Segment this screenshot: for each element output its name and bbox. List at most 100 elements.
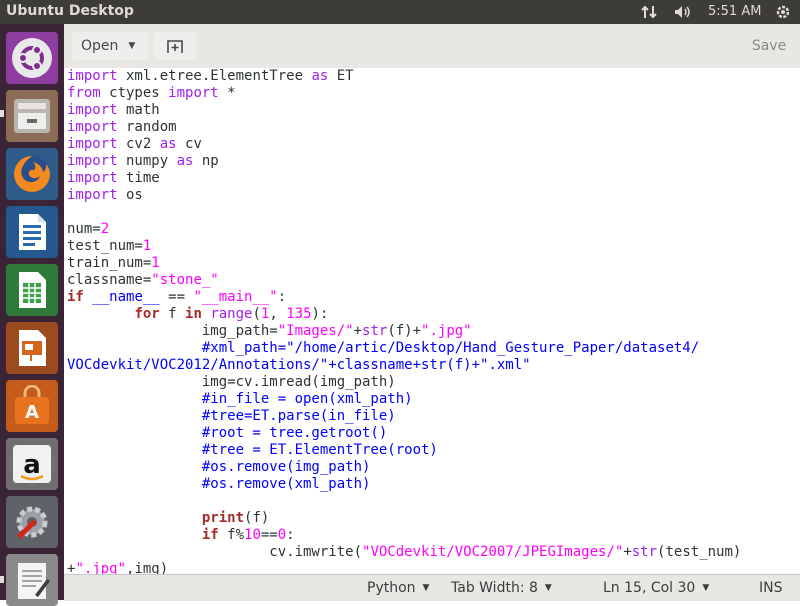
code-token: (f)+: [387, 323, 422, 339]
code-token: str: [631, 544, 658, 560]
code-line[interactable]: train_num=1: [67, 255, 797, 272]
open-label: Open: [81, 38, 119, 54]
code-token: math: [117, 102, 160, 118]
code-line[interactable]: from ctypes import *: [67, 85, 797, 102]
code-line[interactable]: import cv2 as cv: [67, 136, 797, 153]
code-token: as: [176, 153, 194, 169]
code-line[interactable]: #in_file = open(xml_path): [67, 391, 797, 408]
code-line[interactable]: #root = tree.getroot(): [67, 425, 797, 442]
code-line[interactable]: #tree=ET.parse(in_file): [67, 408, 797, 425]
code-line[interactable]: img_path="Images/"+str(f)+".jpg": [67, 323, 797, 340]
code-token: #tree=ET.parse(in_file): [201, 408, 396, 424]
launcher: A a: [0, 24, 64, 606]
code-token: "stone_": [151, 272, 219, 288]
code-line[interactable]: #os.remove(xml_path): [67, 476, 797, 493]
code-token: (test_num): [657, 544, 742, 560]
code-line[interactable]: #tree = ET.ElementTree(root): [67, 442, 797, 459]
ubuntu-dash-icon[interactable]: [6, 32, 58, 84]
svg-text:A: A: [25, 402, 39, 423]
ubuntu-software-icon[interactable]: A: [6, 380, 58, 432]
chevron-down-icon: ▼: [128, 41, 136, 51]
new-tab-button[interactable]: [154, 32, 196, 60]
language-label: Python: [367, 580, 416, 596]
code-token: numpy: [117, 153, 177, 169]
text-editor-view[interactable]: import xml.etree.ElementTree as ET from c…: [64, 68, 800, 574]
code-token: import: [67, 170, 118, 186]
code-line[interactable]: [67, 493, 797, 510]
code-token: f: [159, 306, 186, 322]
system-settings-icon[interactable]: [6, 496, 58, 548]
tab-width-selector[interactable]: Tab Width: 8 ▼: [451, 580, 552, 596]
code-token: +: [353, 323, 363, 339]
code-token: :: [286, 527, 295, 543]
code-token: classname=: [67, 272, 152, 288]
code-line[interactable]: [67, 204, 797, 221]
code-line[interactable]: img=cv.imread(img_path): [67, 374, 797, 391]
code-token: import: [67, 136, 118, 152]
code-token: from: [67, 85, 101, 101]
code-line[interactable]: import time: [67, 170, 797, 187]
open-button[interactable]: Open ▼: [72, 32, 148, 60]
code-token: ctypes: [100, 85, 169, 101]
cursor-position: Ln 15, Col 30 ▼: [603, 580, 709, 596]
code-token: #os.remove(xml_path): [201, 476, 371, 492]
network-arrows-icon[interactable]: [638, 0, 662, 24]
code-token: 135: [286, 306, 312, 322]
code-token: import: [67, 68, 118, 84]
code-line[interactable]: import xml.etree.ElementTree as ET: [67, 68, 797, 85]
code-line[interactable]: #os.remove(img_path): [67, 459, 797, 476]
code-token: if: [201, 527, 219, 543]
code-area[interactable]: import xml.etree.ElementTree as ET from c…: [67, 68, 797, 574]
code-token: random: [117, 119, 177, 135]
clock[interactable]: 5:51 AM: [708, 4, 761, 19]
files-icon[interactable]: [6, 90, 58, 142]
running-indicator: [0, 110, 4, 117]
code-token: for: [134, 306, 160, 322]
code-token: __name__: [92, 289, 160, 305]
code-token: ):: [311, 306, 329, 322]
firefox-icon[interactable]: [6, 148, 58, 200]
amazon-icon[interactable]: a: [6, 438, 58, 490]
code-line[interactable]: import math: [67, 102, 797, 119]
code-line[interactable]: for f in range(1, 135):: [67, 306, 797, 323]
code-line[interactable]: test_num=1: [67, 238, 797, 255]
libreoffice-impress-icon[interactable]: [6, 322, 58, 374]
code-token: #in_file = open(xml_path): [201, 391, 413, 407]
code-token: 1: [151, 255, 160, 271]
text-editor-icon[interactable]: [6, 554, 58, 606]
code-token: ET: [328, 68, 354, 84]
insert-mode[interactable]: INS: [759, 580, 783, 596]
power-gear-icon[interactable]: [772, 0, 794, 24]
code-token: cv: [176, 136, 202, 152]
code-line[interactable]: if f%10==0:: [67, 527, 797, 544]
code-line[interactable]: import random: [67, 119, 797, 136]
code-token: 1: [142, 238, 152, 254]
code-line[interactable]: num=2: [67, 221, 797, 238]
volume-icon[interactable]: [670, 0, 696, 24]
code-line[interactable]: cv.imwrite("VOCdevkit/VOC2007/JPEGImages…: [67, 544, 797, 561]
code-line[interactable]: VOCdevkit/VOC2012/Annotations/"+classnam…: [67, 357, 797, 374]
code-line[interactable]: +".jpg",img): [67, 561, 797, 574]
code-line[interactable]: if __name__ == "__main__":: [67, 289, 797, 306]
code-line[interactable]: #xml_path="/home/artic/Desktop/Hand_Gest…: [67, 340, 797, 357]
code-token: ,: [269, 306, 287, 322]
code-token: print: [201, 510, 245, 526]
libreoffice-calc-icon[interactable]: [6, 264, 58, 316]
code-token: num=: [67, 221, 101, 237]
code-line[interactable]: print(f): [67, 510, 797, 527]
code-token: #os.remove(img_path): [201, 459, 371, 475]
language-selector[interactable]: Python ▼: [367, 580, 429, 596]
code-line[interactable]: import numpy as np: [67, 153, 797, 170]
code-line[interactable]: classname="stone_": [67, 272, 797, 289]
code-token: ".jpg": [421, 323, 472, 339]
libreoffice-writer-icon[interactable]: [6, 206, 58, 258]
save-label: Save: [751, 38, 787, 54]
save-button[interactable]: Save: [743, 32, 795, 60]
code-token: 0: [277, 527, 287, 543]
code-line[interactable]: import os: [67, 187, 797, 204]
code-token: time: [117, 170, 160, 186]
